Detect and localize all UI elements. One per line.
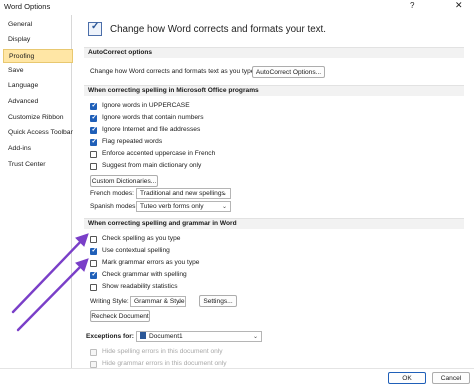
option-label: Ignore words that contain numbers (102, 114, 204, 121)
exceptions-document-select[interactable]: Document1 ⌄ (136, 331, 262, 342)
checkbox[interactable] (90, 101, 97, 111)
checkbox[interactable] (90, 270, 97, 280)
checkbox[interactable] (90, 246, 97, 256)
proofing-panel: ✓ Change how Word corrects and formats y… (78, 15, 468, 368)
checkbox[interactable] (90, 137, 97, 147)
sidebar-item-trust-center[interactable]: Trust Center (3, 158, 73, 172)
checkbox[interactable] (90, 162, 97, 170)
checkbox[interactable] (90, 259, 97, 267)
checkbox[interactable] (90, 283, 97, 291)
sidebar-item-save[interactable]: Save (3, 64, 73, 78)
option-label: Check grammar with spelling (102, 271, 187, 278)
chevron-down-icon: ⌄ (252, 334, 258, 340)
sidebar-item-advanced[interactable]: Advanced (3, 95, 73, 109)
option-label: Flag repeated words (102, 138, 163, 145)
french-modes-value: Traditional and new spellings (140, 190, 225, 197)
chevron-down-icon: ⌄ (221, 191, 227, 197)
checkbox[interactable] (90, 113, 97, 123)
option-label: Check spelling as you type (102, 235, 181, 242)
chevron-down-icon: ⌄ (221, 204, 227, 210)
option-label: Ignore words in UPPERCASE (102, 102, 190, 109)
window-title: Word Options (4, 2, 51, 11)
checkbox[interactable] (90, 235, 97, 243)
spanish-modes-select[interactable]: Tuteo verb forms only ⌄ (136, 201, 231, 212)
sidebar-item-proofing[interactable]: Proofing (3, 49, 73, 63)
option-label: Suggest from main dictionary only (102, 162, 202, 169)
dialog-footer: OK Cancel (0, 368, 474, 385)
exceptions-label: Exceptions for: (86, 333, 134, 340)
close-icon[interactable]: ✕ (455, 0, 463, 11)
option-label: Show readability statistics (102, 283, 178, 290)
autocorrect-options-button[interactable]: AutoCorrect Options... (252, 66, 325, 78)
sidebar-item-general[interactable]: General (3, 18, 73, 32)
option-label: Enforce accented uppercase in French (102, 150, 216, 157)
title-bar: Word Options ? ✕ (0, 0, 474, 14)
autocorrect-description: Change how Word corrects and formats tex… (90, 68, 257, 75)
checkbox[interactable] (90, 125, 97, 135)
settings-button[interactable]: Settings... (199, 295, 237, 307)
french-modes-label: French modes: (90, 190, 134, 197)
recheck-document-button[interactable]: Recheck Document (90, 310, 150, 322)
option-label: Use contextual spelling (102, 247, 170, 254)
checkbox[interactable] (90, 348, 97, 356)
option-label: Mark grammar errors as you type (102, 259, 200, 266)
word-document-icon (140, 332, 146, 339)
section-office-spelling: When correcting spelling in Microsoft Of… (84, 85, 464, 96)
sidebar-item-language[interactable]: Language (3, 79, 73, 93)
option-label: Hide spelling errors in this document on… (102, 348, 223, 355)
options-sidebar: General Display Proofing Save Language A… (2, 15, 73, 368)
sidebar-item-quick-access-toolbar[interactable]: Quick Access Toolbar (3, 126, 73, 140)
chevron-down-icon: ⌄ (176, 299, 182, 305)
checkbox[interactable] (90, 150, 97, 158)
help-icon[interactable]: ? (410, 1, 414, 10)
option-label: Ignore Internet and file addresses (102, 126, 201, 133)
sidebar-item-customize-ribbon[interactable]: Customize Ribbon (3, 111, 73, 125)
section-autocorrect-options: AutoCorrect options (84, 47, 464, 58)
spanish-modes-value: Tuteo verb forms only (140, 203, 204, 210)
writing-style-select[interactable]: Grammar & Style ⌄ (130, 296, 186, 307)
spanish-modes-label: Spanish modes: (90, 203, 138, 210)
sidebar-item-add-ins[interactable]: Add-ins (3, 142, 73, 156)
proofing-check-icon: ✓ (88, 21, 102, 36)
cancel-button[interactable]: Cancel (432, 372, 470, 384)
custom-dictionaries-button[interactable]: Custom Dictionaries... (90, 175, 158, 187)
french-modes-select[interactable]: Traditional and new spellings ⌄ (136, 188, 231, 199)
ok-button[interactable]: OK (388, 372, 426, 384)
sidebar-item-display[interactable]: Display (3, 33, 73, 47)
exceptions-document-value: Document1 (149, 333, 183, 340)
writing-style-label: Writing Style: (90, 298, 129, 305)
page-title: Change how Word corrects and formats you… (110, 24, 326, 35)
checkbox[interactable] (90, 360, 97, 368)
section-word-spelling: When correcting spelling and grammar in … (84, 218, 464, 229)
